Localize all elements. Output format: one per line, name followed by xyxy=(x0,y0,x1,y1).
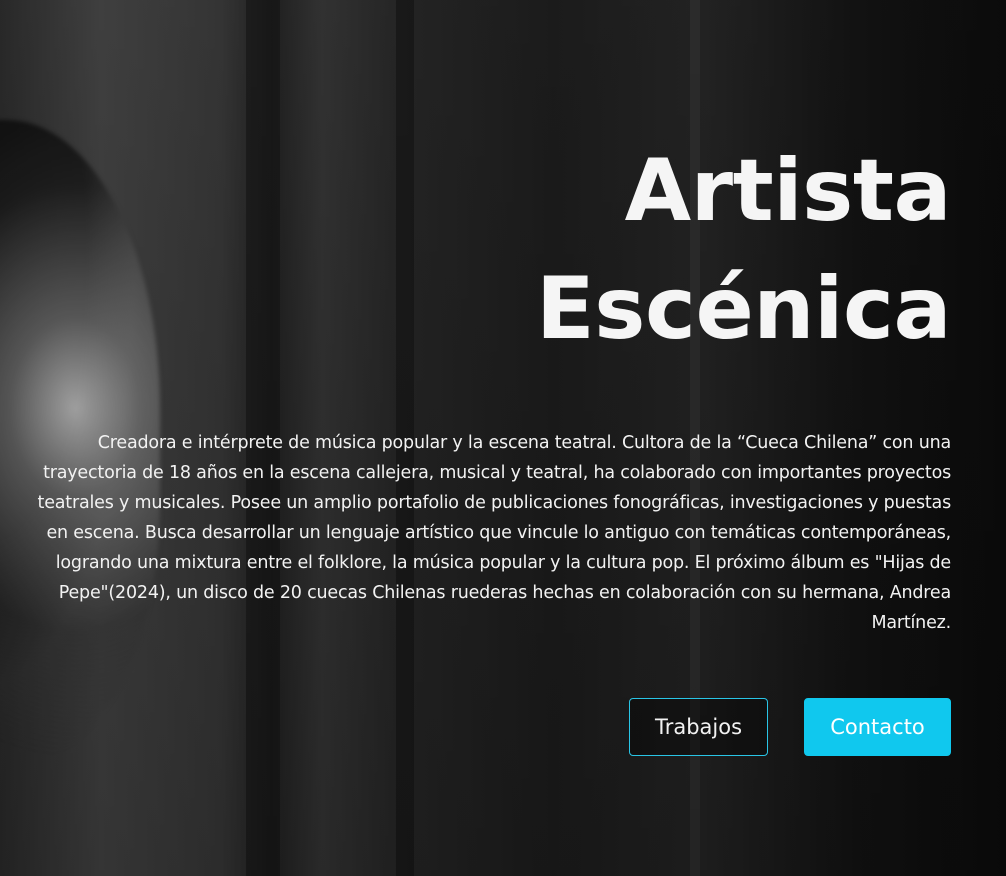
contact-button[interactable]: Contacto xyxy=(804,698,951,756)
hero-title: Artista Escénica xyxy=(11,132,951,368)
hero-content: Artista Escénica Creadora e intérprete d… xyxy=(11,0,952,756)
hero-description: Creadora e intérprete de música popular … xyxy=(37,433,952,633)
hero-title-line2: Escénica xyxy=(536,259,951,359)
hero-section: Artista Escénica Creadora e intérprete d… xyxy=(0,0,1006,876)
hero-title-line1: Artista xyxy=(624,141,952,241)
hero-actions: Trabajos Contacto xyxy=(11,698,951,756)
works-button[interactable]: Trabajos xyxy=(629,698,768,756)
